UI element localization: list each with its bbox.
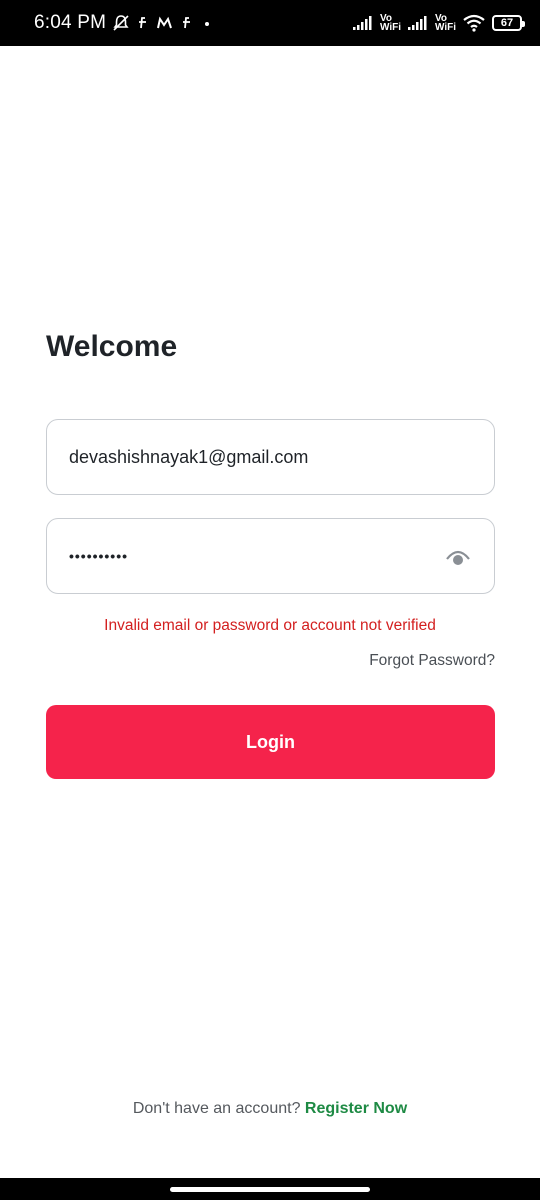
battery-icon: 67	[492, 15, 525, 31]
home-indicator[interactable]	[170, 1186, 370, 1192]
wifi-icon	[462, 14, 486, 32]
vowifi-icon: Vo WiFi	[434, 14, 456, 33]
login-button[interactable]: Login	[46, 705, 495, 779]
eye-icon[interactable]	[444, 545, 472, 569]
muted-bell-icon	[112, 14, 130, 32]
page-title: Welcome	[46, 330, 178, 363]
m-icon	[156, 16, 174, 30]
f-icon	[180, 16, 194, 30]
battery-level: 67	[500, 17, 514, 29]
password-field[interactable]	[69, 548, 472, 564]
status-right: Vo WiFi Vo WiFi 67	[352, 14, 525, 33]
error-message: Invalid email or password or account not…	[104, 617, 436, 634]
password-field-container[interactable]	[46, 518, 495, 594]
status-left: 6:04 PM	[34, 12, 214, 34]
signal-icon	[352, 15, 374, 31]
status-time: 6:04 PM	[34, 12, 107, 33]
register-prompt: Don't have an account?	[132, 1100, 305, 1117]
register-row: Don't have an account? Register Now	[0, 1100, 540, 1118]
forgot-password-link[interactable]: Forgot Password?	[369, 652, 495, 670]
signal-icon	[407, 15, 429, 31]
email-field[interactable]	[69, 446, 472, 468]
navigation-bar	[0, 1178, 540, 1200]
register-now-link[interactable]: Register Now	[305, 1100, 407, 1117]
vowifi-icon: Vo WiFi	[379, 14, 401, 33]
f-icon	[136, 16, 150, 30]
vowifi-bottom-label: WiFi	[434, 22, 456, 33]
vowifi-bottom-label: WiFi	[379, 22, 401, 33]
email-field-container[interactable]	[46, 419, 495, 495]
dot-icon	[200, 16, 214, 30]
login-screen: 6:04 PM Vo WiFi Vo WiFi 67 Welcome devas…	[0, 0, 540, 1200]
status-bar: 6:04 PM Vo WiFi Vo WiFi 67	[0, 0, 540, 46]
